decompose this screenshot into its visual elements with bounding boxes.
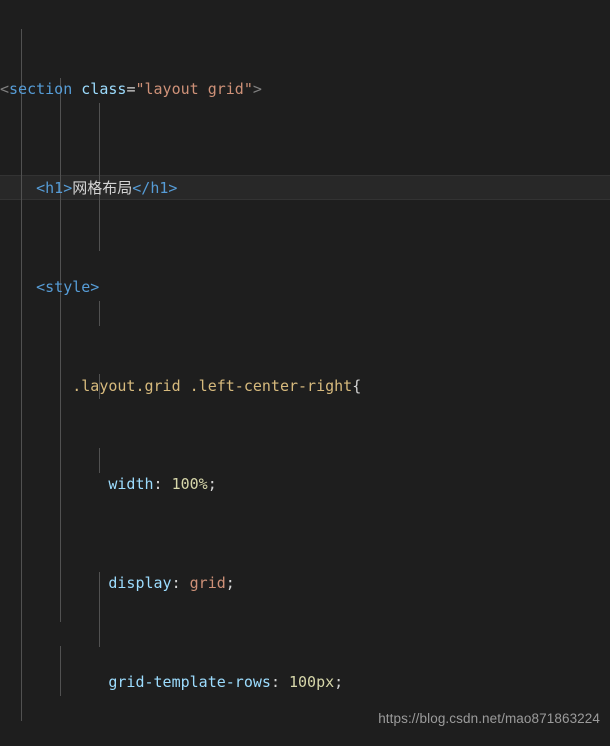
semicolon: ;	[334, 672, 344, 691]
code-line-1[interactable]: <section class="layout grid">	[0, 77, 610, 102]
tag-name: section	[9, 80, 73, 99]
watermark-url: https://blog.csdn.net/mao871863224	[378, 711, 600, 727]
h1-open-tag: <h1>	[36, 178, 73, 197]
attr-value: "layout grid"	[135, 80, 253, 99]
code-line-3[interactable]: <style>	[0, 275, 610, 300]
css-property: width	[108, 475, 154, 494]
colon: :	[270, 672, 289, 691]
code-line-7[interactable]: grid-template-rows: 100px;	[0, 670, 610, 695]
css-property: grid-template-rows	[108, 672, 271, 691]
css-value: grid	[189, 574, 226, 593]
code-line-2[interactable]: <h1>网格布局</h1>	[0, 176, 610, 201]
angle-open-icon: <	[0, 80, 10, 99]
code-line-6[interactable]: display: grid;	[0, 571, 610, 596]
h1-close-tag: </h1>	[132, 178, 178, 197]
code-editor[interactable]: <section class="layout grid"> <h1>网格布局</…	[0, 0, 610, 746]
open-brace: {	[352, 376, 362, 395]
code-line-4[interactable]: .layout.grid .left-center-right{	[0, 374, 610, 399]
h1-text: 网格布局	[72, 178, 133, 197]
style-open-tag: <style>	[36, 277, 100, 296]
css-property: display	[108, 574, 172, 593]
angle-close-icon: >	[252, 80, 262, 99]
attr-name: class	[81, 80, 127, 99]
css-selector: .layout.grid .left-center-right	[72, 376, 353, 395]
css-value: 100%	[171, 475, 208, 494]
colon: :	[153, 475, 172, 494]
code-content[interactable]: <section class="layout grid"> <h1>网格布局</…	[0, 0, 610, 746]
semicolon: ;	[207, 475, 217, 494]
code-line-5[interactable]: width: 100%;	[0, 472, 610, 497]
semicolon: ;	[225, 574, 235, 593]
css-value: 100px	[289, 672, 335, 691]
colon: :	[171, 574, 190, 593]
